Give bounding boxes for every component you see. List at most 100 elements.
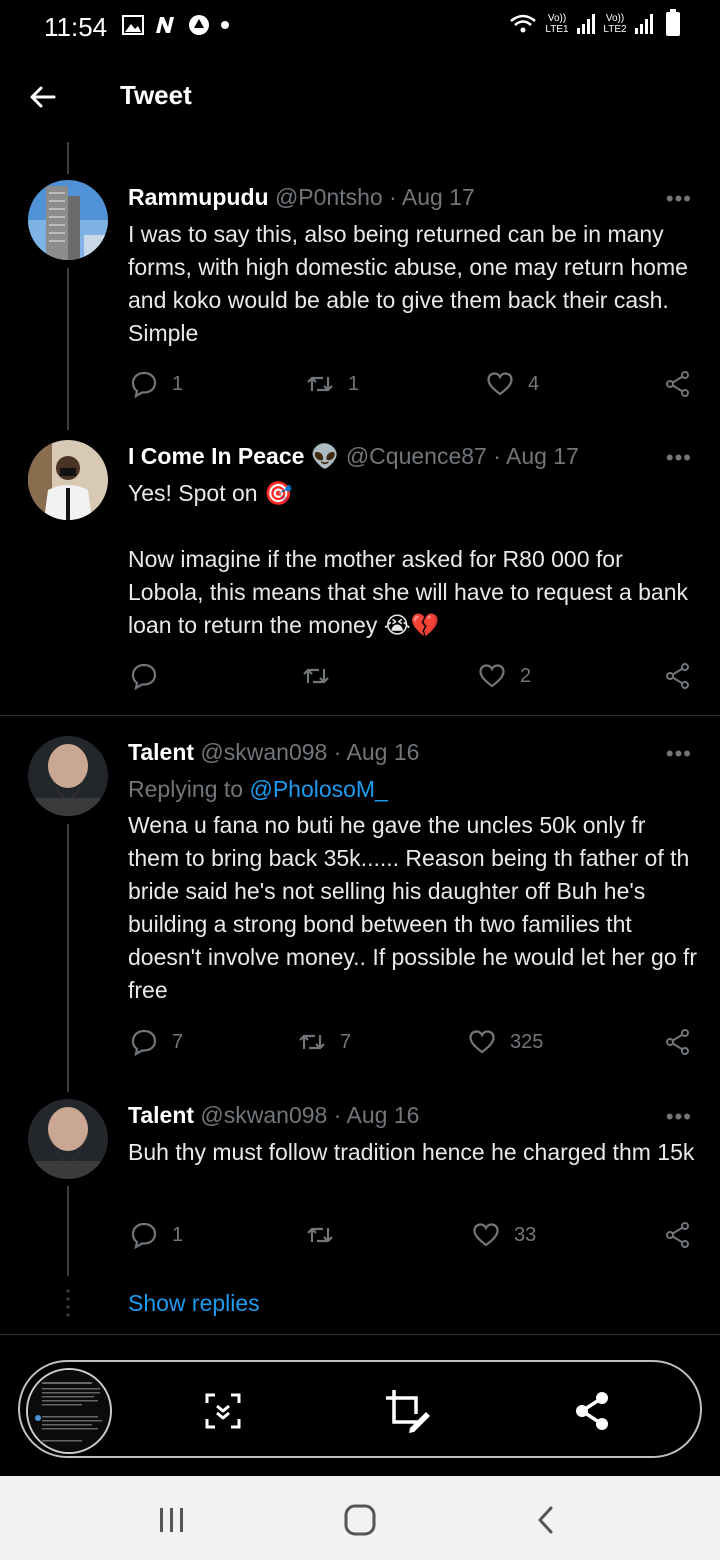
retweet-button[interactable]: 1	[306, 370, 359, 398]
crop-edit-button[interactable]	[382, 1386, 432, 1436]
like-button[interactable]: 33	[472, 1221, 536, 1249]
tweet-actions: 1 33	[128, 1221, 694, 1257]
retweet-icon	[307, 1227, 333, 1243]
like-icon	[469, 1030, 495, 1054]
tweet-text: Buh thy must follow tradition hence he c…	[128, 1139, 695, 1165]
home-icon	[344, 1504, 376, 1536]
signal-icon	[577, 14, 595, 34]
like-count: 33	[514, 1223, 537, 1246]
thread-connector	[67, 1186, 69, 1276]
share-button[interactable]	[664, 1221, 692, 1249]
screenshot-toolbar	[18, 1360, 702, 1458]
system-navigation-bar	[0, 1476, 720, 1560]
thread-connector	[67, 268, 69, 430]
recent-apps-button[interactable]	[152, 1500, 192, 1540]
back-button[interactable]	[26, 80, 60, 114]
reply-icon	[131, 1029, 157, 1056]
replying-to-label: Replying to	[128, 776, 250, 802]
replying-to: Replying to @PholosoM_	[128, 776, 388, 803]
reply-button[interactable]: 7	[130, 1028, 183, 1056]
share-screenshot-button[interactable]	[568, 1386, 618, 1436]
more-options-button[interactable]: •••	[666, 445, 692, 471]
avatar[interactable]	[28, 1099, 108, 1179]
more-options-button[interactable]: •••	[666, 186, 692, 212]
system-icons: Vo)) LTE1 Vo)) LTE2	[508, 9, 680, 36]
share-button[interactable]	[664, 662, 692, 690]
tweet-actions: 2	[128, 662, 694, 698]
retweet-icon	[307, 376, 333, 392]
reply-count: 7	[172, 1030, 184, 1053]
like-icon	[487, 372, 513, 396]
like-count: 325	[510, 1030, 544, 1053]
retweet-icon	[299, 1034, 325, 1050]
scroll-capture-button[interactable]	[198, 1386, 248, 1436]
tweet-header: Talent @skwan098 · Aug 16	[128, 1102, 419, 1129]
sim1-label: Vo)) LTE1	[545, 13, 569, 35]
home-button[interactable]	[340, 1500, 380, 1540]
tweet-text: Wena u fana no buti he gave the uncles 5…	[128, 812, 698, 1003]
reply-icon	[131, 663, 157, 690]
retweet-button[interactable]: 7	[298, 1028, 351, 1056]
screenshot-thumbnail[interactable]	[26, 1368, 112, 1454]
avatar[interactable]	[28, 180, 108, 260]
more-options-button[interactable]: •••	[666, 741, 692, 767]
author-name[interactable]: Talent	[128, 1102, 194, 1128]
page-title: Tweet	[120, 80, 192, 110]
like-button[interactable]: 4	[486, 370, 539, 398]
reply-button[interactable]: 1	[130, 1221, 183, 1249]
back-arrow-icon	[30, 86, 56, 108]
share-nodes-icon	[576, 1392, 608, 1430]
scroll-capture-icon	[205, 1393, 241, 1429]
tweet-actions: 1 1 4	[128, 370, 694, 406]
retweet-count: 7	[340, 1030, 352, 1053]
like-icon	[473, 1223, 499, 1247]
more-options-button[interactable]: •••	[666, 1104, 692, 1130]
battery-icon	[666, 9, 680, 36]
replying-to-handle[interactable]: @PholosoM_	[249, 776, 387, 802]
author-name[interactable]: Talent	[128, 739, 194, 765]
author-handle-date: @Cquence87 · Aug 17	[345, 443, 579, 469]
like-button[interactable]: 325	[468, 1028, 543, 1056]
author-handle-date: @P0ntsho · Aug 17	[274, 184, 475, 210]
thread-connector	[67, 824, 69, 1092]
retweet-button[interactable]	[302, 662, 344, 690]
share-icon	[666, 663, 689, 689]
gallery-icon	[122, 15, 144, 35]
reply-button[interactable]: 1	[130, 370, 183, 398]
divider	[0, 1334, 720, 1335]
reply-icon	[131, 1222, 157, 1249]
reply-button[interactable]	[130, 662, 172, 690]
tweet-actions: 7 7 325	[128, 1028, 694, 1064]
top-app-bar: Tweet	[0, 58, 720, 134]
share-icon	[666, 371, 689, 397]
tweet-header: Rammupudu @P0ntsho · Aug 17	[128, 184, 475, 211]
tweet-text: I was to say this, also being returned c…	[128, 221, 688, 346]
retweet-count: 1	[348, 372, 360, 395]
author-handle-date: @skwan098 · Aug 16	[200, 739, 420, 765]
author-name[interactable]: Rammupudu	[128, 184, 269, 210]
show-replies-link[interactable]: Show replies	[128, 1290, 260, 1317]
like-count: 4	[528, 372, 540, 395]
reply-count: 1	[172, 1223, 184, 1246]
status-time: 11:54	[44, 12, 108, 42]
author-name[interactable]: I Come In Peace 👽	[128, 443, 339, 469]
tweet-header: Talent @skwan098 · Aug 16	[128, 739, 419, 766]
avatar[interactable]	[28, 440, 108, 520]
share-button[interactable]	[664, 370, 692, 398]
like-button[interactable]: 2	[478, 662, 531, 690]
retweet-icon	[303, 668, 329, 684]
back-chevron-icon	[538, 1506, 553, 1534]
retweet-button[interactable]	[306, 1221, 348, 1249]
back-nav-button[interactable]	[526, 1500, 566, 1540]
reply-count: 1	[172, 372, 184, 395]
share-icon	[666, 1029, 689, 1055]
notification-icons	[122, 14, 230, 36]
share-icon	[666, 1222, 689, 1248]
avatar[interactable]	[28, 736, 108, 816]
wifi-icon	[510, 14, 536, 33]
app-badge-icon	[189, 15, 209, 35]
author-handle-date: @skwan098 · Aug 16	[200, 1102, 420, 1128]
sim2-label: Vo)) LTE2	[603, 13, 627, 35]
thread-dots	[66, 1289, 70, 1317]
share-button[interactable]	[664, 1028, 692, 1056]
